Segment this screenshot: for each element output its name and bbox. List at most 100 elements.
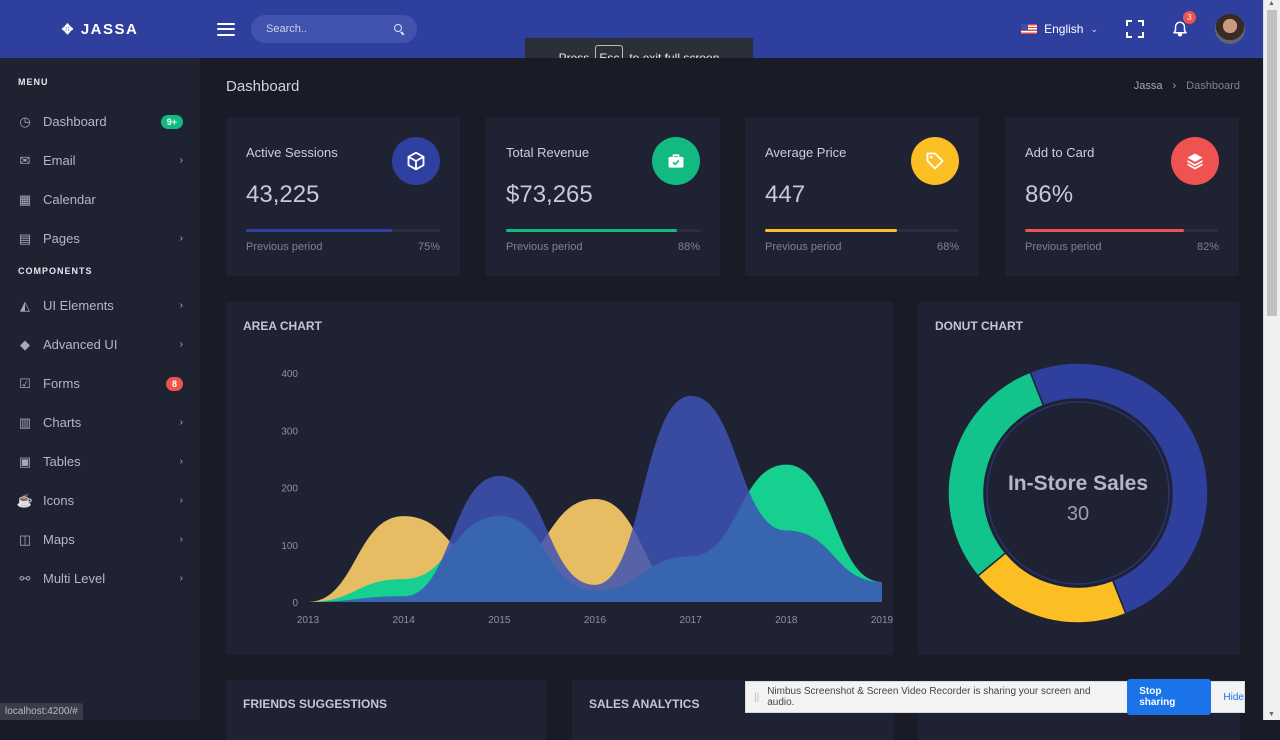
screen-share-notification: || Nimbus Screenshot & Screen Video Reco… [745,679,1245,715]
stat-percent: 68% [936,241,959,253]
map-icon: ◫ [18,531,32,547]
us-flag-icon [1021,24,1038,34]
sidebar-item-calendar[interactable]: ▦ Calendar [0,180,200,219]
friends-suggestions-panel: FRIENDS SUGGESTIONS [226,680,546,740]
chevron-right-icon: › [179,417,183,428]
x-tick-label: 2018 [775,615,798,626]
browser-status-url: localhost:4200/# [0,703,83,720]
sidebar-item-email[interactable]: ✉ Email › [0,141,200,180]
search-box [251,15,417,43]
sidebar-item-label: Tables [43,454,81,469]
briefcase-check-icon [652,137,700,185]
page-title: Dashboard [226,78,300,95]
x-tick-label: 2014 [393,615,416,626]
brand-logo[interactable]: ✥ JASSA [0,21,200,38]
page-scrollbar[interactable]: ▲ ▼ [1263,0,1280,720]
stat-percent: 75% [417,241,440,253]
stat-progress-fill [765,229,897,232]
sidebar-item-label: Forms [43,376,80,391]
stat-footer-label: Previous period [1025,241,1102,253]
sidebar-item-label: Multi Level [43,571,106,586]
breadcrumb-current: Dashboard [1186,80,1240,92]
breadcrumb: Jassa › Dashboard [1134,80,1240,92]
area-chart-panel: AREA CHART 0 100 200 300 400 2013 2014 2015 2016… [226,302,893,655]
hide-share-bar-link[interactable]: Hide [1223,692,1244,703]
sidebar-item-tables[interactable]: ▣ Tables › [0,442,200,481]
bar-chart-icon: ▥ [18,414,32,430]
stat-title: Total Revenue [506,145,590,160]
language-label: English [1044,22,1084,36]
notifications-button[interactable]: 3 [1171,11,1196,38]
stat-value: 43,225 [246,181,320,208]
scrollbar-thumb[interactable] [1267,10,1277,316]
sidebar: MENU ◷ Dashboard 9+ ✉ Email › ▦ Calendar… [0,58,200,720]
donut-center-label: In-Store Sales [1008,472,1148,495]
sidebar-item-maps[interactable]: ◫ Maps › [0,520,200,559]
friends-suggestions-title: FRIENDS SUGGESTIONS [243,697,388,711]
dashboard-gauge-icon: ◷ [19,113,31,129]
sidebar-item-label: Charts [43,415,82,430]
dashboard-badge: 9+ [160,114,183,129]
chevron-down-icon: ⌄ [1090,23,1098,34]
stat-progress-bar [765,229,959,232]
stat-value: $73,265 [506,181,593,208]
share-message: Nimbus Screenshot & Screen Video Recorde… [767,686,1091,708]
calendar-icon: ▦ [18,191,32,207]
fullscreen-toggle-icon[interactable] [1126,20,1144,38]
donut-slice-in-store-sales[interactable] [976,551,1127,624]
ui-elements-icon: ◭ [20,297,30,313]
cube-icon [392,137,440,185]
stat-title: Active Sessions [246,145,338,160]
stat-progress-fill [1025,229,1185,232]
chevron-right-icon: › [179,339,183,350]
sales-analytics-title: SALES ANALYTICS [589,697,700,711]
pages-icon: ▤ [18,230,32,246]
stat-percent: 88% [677,241,700,253]
clipboard-check-icon: ☑ [19,375,31,391]
y-tick-label: 200 [281,484,298,495]
sidebar-item-multi-level[interactable]: ⚯ Multi Level › [0,559,200,598]
sidebar-item-forms[interactable]: ☑ Forms 8 [0,364,200,403]
scroll-up-arrow-icon[interactable]: ▲ [1268,0,1275,7]
notification-count-badge: 3 [1183,11,1196,24]
stat-value: 447 [765,181,806,208]
layers-icon [1171,137,1219,185]
sidebar-item-dashboard[interactable]: ◷ Dashboard 9+ [0,102,200,141]
stat-progress-fill [506,229,677,232]
chevron-right-icon: › [179,495,183,506]
x-tick-label: 2015 [488,615,511,626]
search-icon[interactable] [394,23,405,35]
user-avatar[interactable] [1215,14,1245,44]
stop-sharing-button[interactable]: Stop sharing [1127,679,1212,715]
donut-center-value: 30 [1067,503,1089,525]
stat-percent: 82% [1196,241,1219,253]
y-tick-label: 0 [292,598,298,609]
stat-footer-label: Previous period [765,241,842,253]
brand-name: JASSA [80,20,139,38]
x-tick-label: 2017 [680,615,703,626]
stat-card-total-revenue: Total Revenue $73,265 Previous period 88% [486,117,720,276]
sidebar-item-pages[interactable]: ▤ Pages › [0,219,200,258]
sidebar-item-label: Advanced UI [43,337,118,352]
sidebar-item-label: UI Elements [43,298,114,313]
search-input[interactable] [266,23,386,35]
sidebar-item-label: Icons [43,493,75,508]
sidebar-item-advanced-ui[interactable]: ◆ Advanced UI › [0,325,200,364]
donut-chart-panel: DONUT CHART In-Store Sales 30 [918,302,1240,655]
stat-title: Add to Card [1025,145,1095,160]
chevron-right-icon: › [179,233,183,244]
scroll-down-arrow-icon[interactable]: ▼ [1268,711,1275,718]
forms-badge: 8 [165,376,183,391]
sidebar-item-ui-elements[interactable]: ◭ UI Elements › [0,286,200,325]
sidebar-item-charts[interactable]: ▥ Charts › [0,403,200,442]
donut-chart: In-Store Sales 30 [947,362,1209,624]
breadcrumb-home[interactable]: Jassa [1134,80,1163,92]
stat-footer-label: Previous period [506,241,583,253]
sidebar-item-icons[interactable]: ☕ Icons › [0,481,200,520]
email-inbox-icon: ✉ [19,152,31,168]
language-selector[interactable]: English ⌄ [1021,22,1098,36]
stat-title: Average Price [765,145,847,160]
menu-toggle-button[interactable] [217,22,235,36]
chevron-right-icon: › [179,534,183,545]
drag-handle-icon[interactable]: || [754,692,759,703]
